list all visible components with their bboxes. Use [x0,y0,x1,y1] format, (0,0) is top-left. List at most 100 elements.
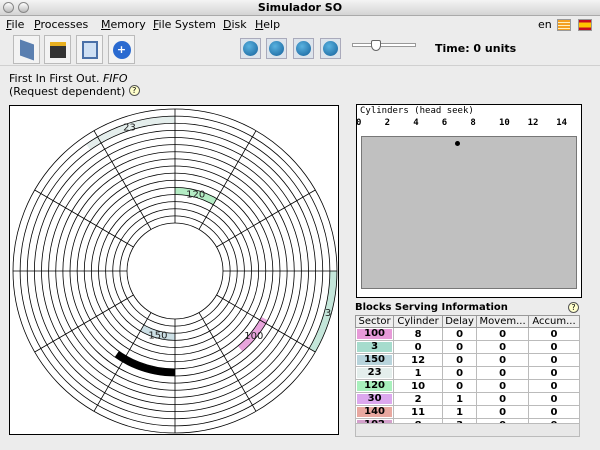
disk-platter: 23 120 3 100 150 [12,108,338,434]
track-circle [112,208,238,334]
open-icon [19,38,34,61]
table-cell: 0 [476,353,529,367]
menu-help[interactable]: Help [255,16,280,34]
toolbar: + Time: 0 units [0,34,600,66]
title-bar: Simulador SO [0,0,600,16]
x-tick-label: 4 [413,118,419,128]
table-cell: 0 [476,379,529,393]
sector-line [93,312,152,412]
table-cell: 2 [393,392,443,406]
table-cell: 1 [393,366,443,380]
table-cell: 8 [393,327,443,341]
sector-line [93,130,152,230]
sector-label: 150 [148,331,167,342]
disk-view: 23 120 3 100 150 [9,105,339,435]
x-tick-label: 2 [384,118,391,128]
add-icon: + [112,40,131,59]
table-cell: 0 [393,340,443,354]
head-position-point [455,141,461,146]
table-row[interactable]: 120 10 0 0 0 [354,379,581,393]
sector-label: 100 [244,331,263,342]
slider-thumb[interactable] [370,40,381,51]
menu-processes[interactable]: Processes [34,16,88,34]
step-icon [269,41,284,56]
table-cell: 12 [393,353,443,367]
open-button[interactable] [13,35,40,64]
blocks-title: Blocks Serving Information [355,302,508,313]
step-button[interactable] [266,38,287,59]
track-circle [119,215,231,327]
table-cell: 0 [476,405,529,419]
chart-title: Cylinders (head seek) [360,106,474,116]
blocks-help-icon[interactable]: ? [568,302,579,313]
window-button[interactable] [76,35,103,64]
table-row[interactable]: 100 8 0 0 0 [354,327,581,341]
catalan-flag-icon[interactable] [557,19,571,31]
algorithm-help-icon[interactable]: ? [128,85,140,96]
sector-line [198,130,257,230]
speed-slider[interactable] [352,40,416,60]
close-window-button[interactable] [3,2,14,13]
pause-button[interactable] [293,38,314,59]
sector-cell: 120 [357,381,393,391]
table-row[interactable]: 150 12 0 0 0 [354,353,581,367]
menu-file-system[interactable]: File System [153,16,216,34]
sector-cell: 3 [357,342,393,352]
stop-icon [323,41,338,56]
table-cell: 0 [527,379,581,393]
table-cell: 1 [441,392,478,406]
sector-cell: 150 [357,355,393,365]
table-empty-area [355,423,580,437]
table-row[interactable]: 30 2 1 0 0 [354,392,581,406]
table-cell: 0 [441,353,478,367]
save-icon [49,41,66,58]
play-button[interactable] [240,38,261,59]
chart-plot-area [361,136,577,289]
column-header[interactable]: Sector [354,315,395,328]
menu-memory[interactable]: Memory [101,16,146,34]
spanish-flag-icon[interactable] [578,19,592,31]
table-cell: 0 [527,405,581,419]
x-tick-label: 0 [356,118,362,128]
menu-disk[interactable]: Disk [223,16,247,34]
table-cell: 0 [476,340,529,354]
table-cell: 11 [393,405,443,419]
track-circle [126,222,224,320]
x-tick-label: 8 [470,118,476,128]
sector-cell: 140 [357,407,393,417]
table-row[interactable]: 30000 [354,340,581,354]
table-cell: 0 [527,327,581,341]
column-header[interactable]: Accum... [527,315,581,328]
algorithm-note: (Request dependent) [9,85,126,98]
table-cell: 0 [476,366,529,380]
time-label: Time: 0 units [435,42,517,55]
algorithm-name: First In First Out. [9,72,103,85]
table-cell: 0 [441,379,478,393]
menu-bar: File Processes Memory File System Disk H… [0,16,600,34]
table-cell: 0 [527,340,581,354]
add-button[interactable]: + [108,35,135,64]
cylinder-chart: Cylinders (head seek) 0 2 4 6 8 10 12 14 [356,104,582,298]
x-tick-label: 10 [499,118,510,128]
blocks-table: Sector Cylinder Delay Movem... Accum... 100 8… [354,315,581,432]
table-cell: 10 [393,379,443,393]
sector-label: 3 [325,308,331,319]
column-header[interactable]: Delay [441,315,478,328]
sector-line [216,294,316,353]
window-title: Simulador SO [257,1,343,14]
x-tick-label: 14 [556,118,568,128]
menu-file[interactable]: File [6,16,24,34]
sector-label: 120 [186,190,205,201]
column-header[interactable]: Movem... [476,315,529,328]
stop-button[interactable] [320,38,341,59]
table-cell: 0 [476,327,529,341]
sector-line [34,189,134,248]
table-cell: 0 [441,366,478,380]
table-row[interactable]: 23 1 0 0 0 [354,366,581,380]
pause-icon [296,41,311,56]
table-row[interactable]: 140 11 1 0 0 [354,405,581,419]
table-cell: 0 [476,392,529,406]
save-button[interactable] [44,35,71,64]
column-header[interactable]: Cylinder [393,315,443,328]
minimize-window-button[interactable] [18,2,29,13]
